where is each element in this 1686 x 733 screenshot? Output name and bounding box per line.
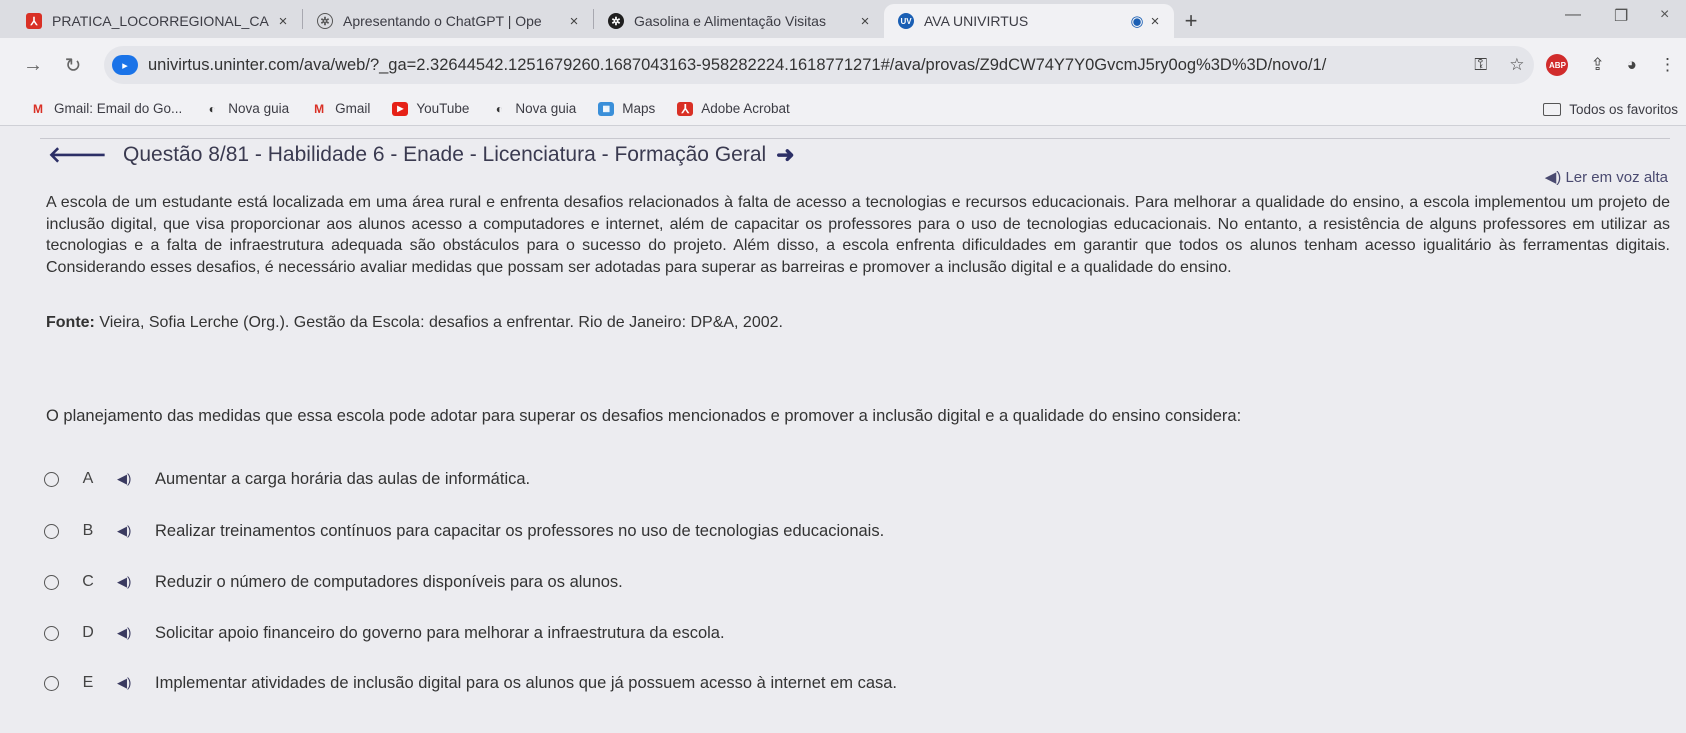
bookmark-label: YouTube [416, 101, 470, 116]
tab-title: PRATICA_LOCORREGIONAL_CA [52, 13, 269, 29]
radio-button[interactable] [44, 523, 59, 539]
url-text: univirtus.uninter.com/ava/web/?_ga=2.326… [148, 55, 1327, 74]
reload-icon[interactable]: ↻ [56, 53, 90, 78]
read-aloud-button[interactable]: ◀) Ler em voz alta [1545, 168, 1668, 186]
tab-ava-univirtus[interactable]: UV AVA UNIVIRTUS ◉ × [884, 4, 1174, 38]
option-letter: A [82, 470, 94, 487]
divider [40, 138, 1670, 139]
bookmark-gmail[interactable]: M Gmail [311, 101, 370, 116]
option-letter: D [82, 624, 94, 641]
address-bar[interactable]: ▸ univirtus.uninter.com/ava/web/?_ga=2.3… [104, 46, 1534, 84]
speaker-icon[interactable]: ◀) [117, 523, 141, 539]
new-tab-button[interactable]: + [1174, 4, 1208, 38]
question-source: Fonte: Vieira, Sofia Lerche (Org.). Gest… [46, 314, 783, 332]
option-b[interactable]: B ◀) Realizar treinamentos contínuos par… [34, 511, 1394, 551]
chatgpt-icon: ✲ [608, 13, 624, 29]
source-text: Vieira, Sofia Lerche (Org.). Gestão da E… [99, 314, 783, 331]
close-icon[interactable]: × [565, 13, 583, 30]
question-stem: A escola de um estudante está localizada… [46, 194, 1670, 276]
radio-button[interactable] [44, 471, 59, 487]
tab-title: Apresentando o ChatGPT | Ope [343, 13, 542, 29]
speaker-icon[interactable]: ◀) [117, 675, 141, 691]
option-d[interactable]: D ◀) Solicitar apoio financeiro do gover… [34, 613, 1394, 653]
toolbar-actions: ⚿ ☆ ABP ⇪ ◕ ⋮ [1474, 38, 1676, 92]
radio-button[interactable] [44, 574, 59, 590]
next-question-arrow-icon[interactable]: ➜ [776, 142, 794, 168]
option-text: Aumentar a carga horária das aulas de in… [155, 469, 531, 488]
window-close-icon[interactable]: × [1660, 6, 1669, 24]
close-icon[interactable]: × [856, 13, 874, 30]
menu-kebab-icon[interactable]: ⋮ [1659, 55, 1676, 75]
tab-strip: ⅄ PRATICA_LOCORREGIONAL_CA × ✲ Apresenta… [0, 0, 1686, 38]
forward-icon[interactable]: → [16, 54, 50, 77]
star-icon[interactable]: ☆ [1509, 55, 1524, 75]
source-label: Fonte: [46, 314, 95, 331]
bookmark-adobe-acrobat[interactable]: ⅄ Adobe Acrobat [677, 101, 790, 116]
speaker-icon[interactable]: ◀) [117, 625, 141, 641]
option-text: Solicitar apoio financeiro do governo pa… [155, 623, 725, 642]
bookmark-gmail-email[interactable]: M Gmail: Email do Go... [30, 101, 182, 116]
youtube-icon: ▶ [392, 101, 409, 116]
key-icon[interactable]: ⚿ [1474, 55, 1487, 75]
all-bookmarks-label: Todos os favoritos [1569, 101, 1678, 117]
gmail-icon: M [314, 101, 325, 116]
bookmark-label: Nova guia [228, 101, 290, 116]
bookmark-label: Adobe Acrobat [701, 101, 790, 116]
question-title: Questão 8/81 - Habilidade 6 - Enade - Li… [123, 143, 767, 166]
option-a[interactable]: A ◀) Aumentar a carga horária das aulas … [34, 459, 1394, 499]
tab-gasolina[interactable]: ✲ Gasolina e Alimentação Visitas × [594, 4, 884, 38]
maps-icon: ▦ [598, 101, 615, 116]
bookmark-maps[interactable]: ▦ Maps [598, 101, 655, 116]
question-prompt: O planejamento das medidas que essa esco… [46, 407, 1242, 425]
bookmark-label: Nova guia [515, 101, 577, 116]
question-header: 🡐 Questão 8/81 - Habilidade 6 - Enade - … [48, 142, 795, 168]
read-aloud-label: Ler em voz alta [1565, 169, 1668, 186]
tab-title: AVA UNIVIRTUS [924, 13, 1029, 29]
option-c[interactable]: C ◀) Reduzir o número de computadores di… [34, 562, 1394, 602]
folder-icon [1543, 102, 1562, 116]
all-bookmarks[interactable]: Todos os favoritos [1543, 92, 1678, 126]
browser-toolbar: → ↻ ▸ univirtus.uninter.com/ava/web/?_ga… [0, 38, 1686, 92]
gmail-icon: M [33, 101, 43, 116]
tab-chatgpt[interactable]: ✲ Apresentando o ChatGPT | Ope × [303, 4, 593, 38]
audio-playing-icon: ◉ [1130, 13, 1144, 30]
option-letter: E [82, 674, 94, 691]
option-e[interactable]: E ◀) Implementar atividades de inclusão … [34, 663, 1394, 703]
option-text: Realizar treinamentos contínuos para cap… [155, 521, 885, 540]
option-text: Reduzir o número de computadores disponí… [155, 572, 623, 591]
globe-icon: ◐ [208, 101, 216, 116]
close-icon[interactable]: × [274, 13, 292, 30]
bookmark-nova-guia-2[interactable]: ◐ Nova guia [491, 101, 576, 116]
minimize-icon[interactable]: — [1565, 6, 1581, 24]
site-info-icon[interactable]: ▸ [112, 55, 138, 75]
page-content: 🡐 Questão 8/81 - Habilidade 6 - Enade - … [0, 126, 1686, 733]
close-icon[interactable]: × [1146, 13, 1164, 30]
bookmark-label: Gmail: Email do Go... [54, 101, 183, 116]
speaker-icon[interactable]: ◀) [117, 574, 141, 590]
radio-button[interactable] [44, 625, 59, 641]
bookmarks-bar: M Gmail: Email do Go... ◐ Nova guia M Gm… [0, 92, 1686, 126]
profile-avatar-icon[interactable]: ◕ [1627, 55, 1637, 75]
bookmark-nova-guia[interactable]: ◐ Nova guia [204, 101, 289, 116]
globe-icon: ◐ [495, 101, 504, 116]
bookmark-label: Maps [622, 101, 656, 116]
pdf-icon: ⅄ [26, 13, 42, 29]
tab-title: Gasolina e Alimentação Visitas [634, 13, 826, 29]
openai-icon: ✲ [317, 13, 333, 29]
speaker-icon: ◀) [1544, 169, 1562, 186]
tab-pratica[interactable]: ⅄ PRATICA_LOCORREGIONAL_CA × [12, 4, 302, 38]
bookmark-youtube[interactable]: ▶ YouTube [392, 101, 469, 116]
option-text: Implementar atividades de inclusão digit… [155, 673, 898, 692]
previous-question-arrow-icon[interactable]: 🡐 [48, 142, 107, 168]
speaker-icon[interactable]: ◀) [117, 471, 141, 487]
radio-button[interactable] [44, 675, 59, 691]
univirtus-icon: UV [898, 13, 914, 29]
restore-icon[interactable]: ❐ [1614, 6, 1628, 26]
share-icon[interactable]: ⇪ [1590, 55, 1604, 75]
adblock-icon[interactable]: ABP [1546, 54, 1569, 76]
bookmark-label: Gmail [335, 101, 371, 116]
option-letter: B [82, 522, 94, 539]
option-letter: C [82, 573, 94, 590]
acrobat-icon: ⅄ [677, 101, 694, 116]
